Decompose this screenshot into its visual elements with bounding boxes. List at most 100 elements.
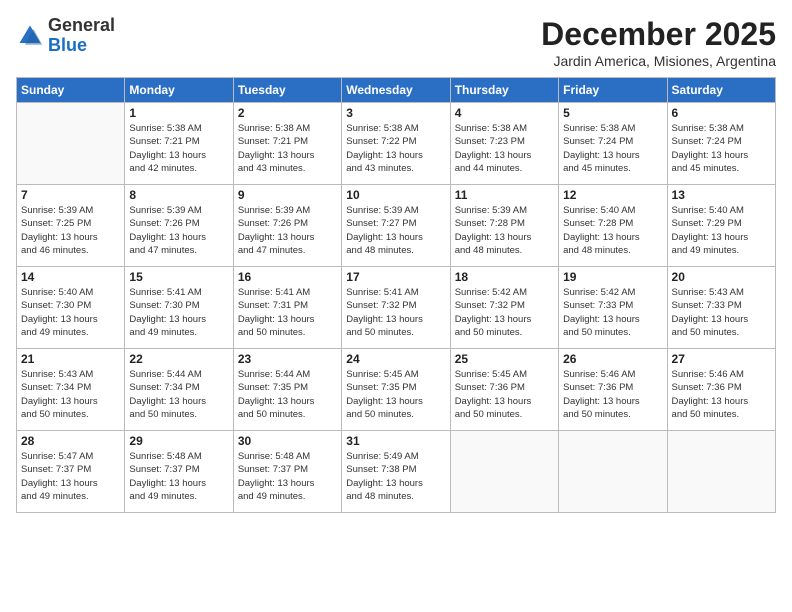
- day-number: 6: [672, 106, 771, 120]
- day-info: Sunrise: 5:39 AMSunset: 7:28 PMDaylight:…: [455, 204, 554, 257]
- day-number: 29: [129, 434, 228, 448]
- calendar-cell: 11 Sunrise: 5:39 AMSunset: 7:28 PMDayligh…: [450, 185, 558, 267]
- day-info: Sunrise: 5:43 AMSunset: 7:34 PMDaylight:…: [21, 368, 120, 421]
- day-info: Sunrise: 5:40 AMSunset: 7:29 PMDaylight:…: [672, 204, 771, 257]
- day-number: 18: [455, 270, 554, 284]
- day-info: Sunrise: 5:38 AMSunset: 7:24 PMDaylight:…: [672, 122, 771, 175]
- day-number: 3: [346, 106, 445, 120]
- day-info: Sunrise: 5:38 AMSunset: 7:21 PMDaylight:…: [129, 122, 228, 175]
- day-header-monday: Monday: [125, 78, 233, 103]
- calendar-cell: 9 Sunrise: 5:39 AMSunset: 7:26 PMDaylight…: [233, 185, 341, 267]
- day-header-tuesday: Tuesday: [233, 78, 341, 103]
- day-info: Sunrise: 5:44 AMSunset: 7:34 PMDaylight:…: [129, 368, 228, 421]
- day-info: Sunrise: 5:48 AMSunset: 7:37 PMDaylight:…: [238, 450, 337, 503]
- calendar-cell: 30 Sunrise: 5:48 AMSunset: 7:37 PMDayligh…: [233, 431, 341, 513]
- calendar-cell: 17Sunrise: 5:41 AMSunset: 7:32 PMDayligh…: [342, 267, 450, 349]
- logo-blue: Blue: [48, 35, 87, 55]
- day-number: 13: [672, 188, 771, 202]
- logo-general: General: [48, 15, 115, 35]
- day-info: Sunrise: 5:41 AMSunset: 7:31 PMDaylight:…: [238, 286, 337, 339]
- day-number: 11: [455, 188, 554, 202]
- day-info: Sunrise: 5:46 AMSunset: 7:36 PMDaylight:…: [563, 368, 662, 421]
- day-info: Sunrise: 5:46 AMSunset: 7:36 PMDaylight:…: [672, 368, 771, 421]
- calendar-cell: [17, 103, 125, 185]
- day-number: 30: [238, 434, 337, 448]
- calendar-cell: 18 Sunrise: 5:42 AMSunset: 7:32 PMDayligh…: [450, 267, 558, 349]
- calendar-cell: 5 Sunrise: 5:38 AMSunset: 7:24 PMDaylight…: [559, 103, 667, 185]
- logo: General Blue: [16, 16, 115, 56]
- calendar-table: SundayMondayTuesdayWednesdayThursdayFrid…: [16, 77, 776, 513]
- calendar-cell: 22 Sunrise: 5:44 AMSunset: 7:34 PMDayligh…: [125, 349, 233, 431]
- day-number: 8: [129, 188, 228, 202]
- week-row-2: 7Sunrise: 5:39 AMSunset: 7:25 PMDaylight…: [17, 185, 776, 267]
- calendar-cell: 24 Sunrise: 5:45 AMSunset: 7:35 PMDayligh…: [342, 349, 450, 431]
- day-number: 19: [563, 270, 662, 284]
- calendar-cell: 28 Sunrise: 5:47 AMSunset: 7:37 PMDayligh…: [17, 431, 125, 513]
- location: Jardin America, Misiones, Argentina: [541, 53, 776, 69]
- day-number: 5: [563, 106, 662, 120]
- day-info: Sunrise: 5:39 AMSunset: 7:27 PMDaylight:…: [346, 204, 445, 257]
- page-header: General Blue December 2025 Jardin Americ…: [16, 16, 776, 69]
- day-number: 22: [129, 352, 228, 366]
- calendar-cell: 21 Sunrise: 5:43 AMSunset: 7:34 PMDayligh…: [17, 349, 125, 431]
- week-row-5: 28 Sunrise: 5:47 AMSunset: 7:37 PMDayligh…: [17, 431, 776, 513]
- day-number: 23: [238, 352, 337, 366]
- day-info: Sunrise: 5:48 AMSunset: 7:37 PMDaylight:…: [129, 450, 228, 503]
- day-header-thursday: Thursday: [450, 78, 558, 103]
- logo-text: General Blue: [48, 16, 115, 56]
- day-info: Sunrise: 5:38 AMSunset: 7:23 PMDaylight:…: [455, 122, 554, 175]
- calendar-cell: 27 Sunrise: 5:46 AMSunset: 7:36 PMDayligh…: [667, 349, 775, 431]
- day-info: Sunrise: 5:45 AMSunset: 7:36 PMDaylight:…: [455, 368, 554, 421]
- day-number: 9: [238, 188, 337, 202]
- week-row-3: 14Sunrise: 5:40 AMSunset: 7:30 PMDayligh…: [17, 267, 776, 349]
- day-header-saturday: Saturday: [667, 78, 775, 103]
- week-row-4: 21 Sunrise: 5:43 AMSunset: 7:34 PMDayligh…: [17, 349, 776, 431]
- day-info: Sunrise: 5:39 AMSunset: 7:26 PMDaylight:…: [238, 204, 337, 257]
- calendar-cell: 12 Sunrise: 5:40 AMSunset: 7:28 PMDayligh…: [559, 185, 667, 267]
- day-info: Sunrise: 5:40 AMSunset: 7:28 PMDaylight:…: [563, 204, 662, 257]
- day-number: 28: [21, 434, 120, 448]
- day-number: 21: [21, 352, 120, 366]
- day-number: 24: [346, 352, 445, 366]
- day-info: Sunrise: 5:38 AMSunset: 7:24 PMDaylight:…: [563, 122, 662, 175]
- day-info: Sunrise: 5:39 AMSunset: 7:26 PMDaylight:…: [129, 204, 228, 257]
- calendar-cell: 23 Sunrise: 5:44 AMSunset: 7:35 PMDayligh…: [233, 349, 341, 431]
- calendar-cell: [450, 431, 558, 513]
- day-number: 31: [346, 434, 445, 448]
- calendar-cell: 15 Sunrise: 5:41 AMSunset: 7:30 PMDayligh…: [125, 267, 233, 349]
- calendar-cell: 2Sunrise: 5:38 AMSunset: 7:21 PMDaylight…: [233, 103, 341, 185]
- calendar-header-row: SundayMondayTuesdayWednesdayThursdayFrid…: [17, 78, 776, 103]
- day-number: 25: [455, 352, 554, 366]
- day-info: Sunrise: 5:45 AMSunset: 7:35 PMDaylight:…: [346, 368, 445, 421]
- calendar-cell: 3 Sunrise: 5:38 AMSunset: 7:22 PMDaylight…: [342, 103, 450, 185]
- calendar-cell: 7Sunrise: 5:39 AMSunset: 7:25 PMDaylight…: [17, 185, 125, 267]
- day-header-sunday: Sunday: [17, 78, 125, 103]
- day-info: Sunrise: 5:42 AMSunset: 7:33 PMDaylight:…: [563, 286, 662, 339]
- day-info: Sunrise: 5:39 AMSunset: 7:25 PMDaylight:…: [21, 204, 120, 257]
- calendar-cell: [667, 431, 775, 513]
- calendar-cell: 20Sunrise: 5:43 AMSunset: 7:33 PMDayligh…: [667, 267, 775, 349]
- day-number: 27: [672, 352, 771, 366]
- logo-icon: [16, 22, 44, 50]
- day-info: Sunrise: 5:49 AMSunset: 7:38 PMDaylight:…: [346, 450, 445, 503]
- week-row-1: 1 Sunrise: 5:38 AMSunset: 7:21 PMDaylight…: [17, 103, 776, 185]
- day-number: 10: [346, 188, 445, 202]
- day-number: 12: [563, 188, 662, 202]
- day-info: Sunrise: 5:42 AMSunset: 7:32 PMDaylight:…: [455, 286, 554, 339]
- day-number: 26: [563, 352, 662, 366]
- day-info: Sunrise: 5:41 AMSunset: 7:30 PMDaylight:…: [129, 286, 228, 339]
- day-info: Sunrise: 5:47 AMSunset: 7:37 PMDaylight:…: [21, 450, 120, 503]
- day-number: 1: [129, 106, 228, 120]
- day-number: 17: [346, 270, 445, 284]
- day-info: Sunrise: 5:38 AMSunset: 7:22 PMDaylight:…: [346, 122, 445, 175]
- day-info: Sunrise: 5:38 AMSunset: 7:21 PMDaylight:…: [238, 122, 337, 175]
- calendar-cell: 26 Sunrise: 5:46 AMSunset: 7:36 PMDayligh…: [559, 349, 667, 431]
- calendar-cell: 16Sunrise: 5:41 AMSunset: 7:31 PMDayligh…: [233, 267, 341, 349]
- day-info: Sunrise: 5:44 AMSunset: 7:35 PMDaylight:…: [238, 368, 337, 421]
- day-header-friday: Friday: [559, 78, 667, 103]
- calendar-cell: 10 Sunrise: 5:39 AMSunset: 7:27 PMDayligh…: [342, 185, 450, 267]
- calendar-cell: 4Sunrise: 5:38 AMSunset: 7:23 PMDaylight…: [450, 103, 558, 185]
- calendar-cell: 6 Sunrise: 5:38 AMSunset: 7:24 PMDaylight…: [667, 103, 775, 185]
- calendar-cell: 29 Sunrise: 5:48 AMSunset: 7:37 PMDayligh…: [125, 431, 233, 513]
- day-number: 15: [129, 270, 228, 284]
